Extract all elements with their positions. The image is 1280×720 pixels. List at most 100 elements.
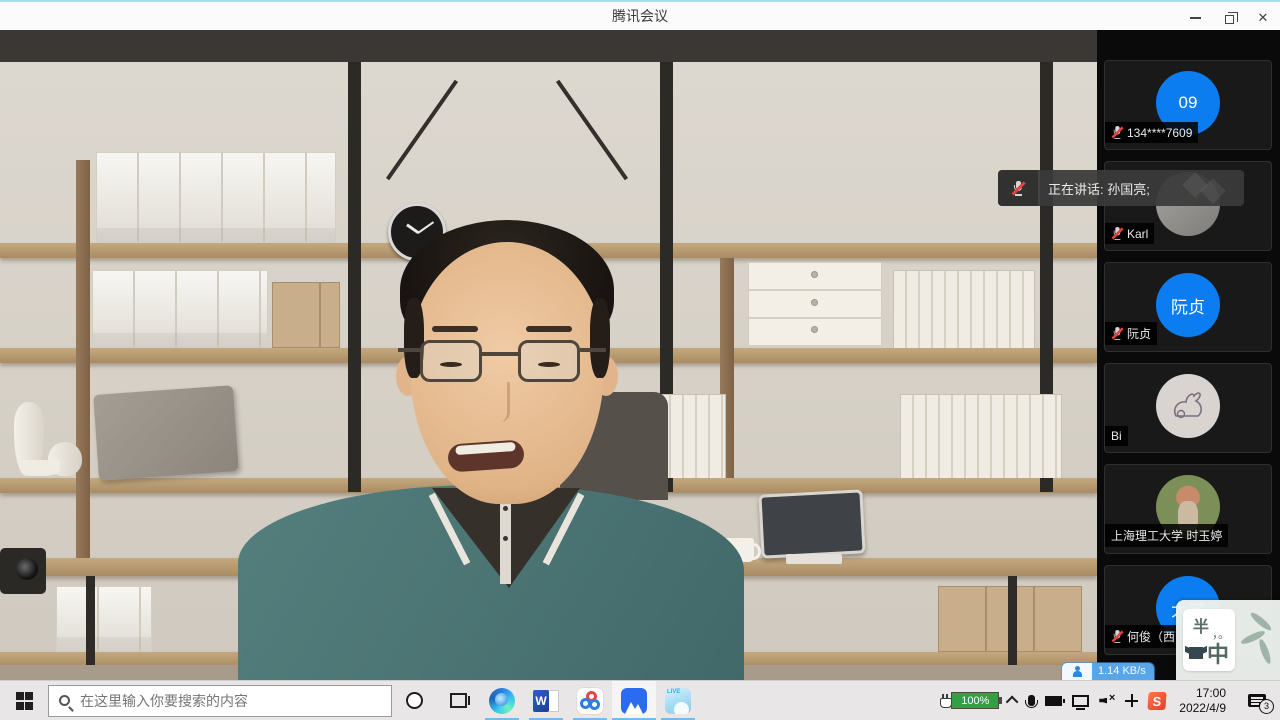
action-center-button[interactable]: 3 bbox=[1234, 681, 1280, 720]
mic-muted-icon bbox=[1112, 327, 1122, 340]
glasses-left-lens bbox=[420, 340, 482, 382]
drawer-handle bbox=[811, 299, 818, 306]
participant-tile[interactable]: 09 134****7609 bbox=[1104, 60, 1272, 150]
tri-rings-app-icon bbox=[577, 688, 603, 714]
glasses-right-lens bbox=[518, 340, 580, 382]
toast-mic-box bbox=[998, 170, 1038, 206]
video-ceiling bbox=[0, 30, 1097, 62]
word-taskbar-button[interactable]: W bbox=[524, 681, 568, 720]
tencent-meeting-taskbar-button[interactable] bbox=[612, 681, 656, 720]
chevron-up-icon bbox=[1006, 696, 1019, 709]
app-window: 腾讯会议 ✕ bbox=[0, 0, 1280, 720]
battery-tray-button[interactable] bbox=[1040, 681, 1067, 720]
participant-name: 134****7609 bbox=[1127, 126, 1192, 140]
person-shirt-placket bbox=[500, 492, 511, 584]
windows-taskbar: W LIVE 100% S bbox=[0, 680, 1280, 720]
tray-time: 17:00 bbox=[1179, 686, 1226, 701]
restore-button[interactable] bbox=[1212, 4, 1246, 32]
taskbar-search[interactable] bbox=[48, 685, 392, 717]
participant-nametag: 上海理工大学 时玉婷 bbox=[1105, 524, 1228, 547]
tool-tray-button[interactable] bbox=[1120, 681, 1143, 720]
participant-name: 上海理工大学 时玉婷 bbox=[1111, 527, 1222, 544]
window-title: 腾讯会议 bbox=[0, 2, 1280, 30]
tablet bbox=[758, 489, 865, 558]
minimize-icon bbox=[1190, 17, 1201, 19]
cortana-button[interactable] bbox=[392, 681, 436, 720]
mic-muted-icon bbox=[1112, 630, 1122, 643]
close-icon: ✕ bbox=[1258, 10, 1269, 26]
power-battery-widget[interactable]: 100% bbox=[934, 681, 1004, 720]
sogou-ime-tray-button[interactable]: S bbox=[1143, 681, 1171, 720]
drawer-handle bbox=[811, 271, 818, 278]
person-eye bbox=[440, 362, 462, 367]
live-app-taskbar-button[interactable]: LIVE bbox=[656, 681, 700, 720]
ime-status-panel[interactable]: 半 ，。 中 bbox=[1176, 600, 1280, 680]
ime-card[interactable]: 半 ，。 中 bbox=[1183, 609, 1235, 671]
notification-count-badge: 3 bbox=[1259, 699, 1274, 714]
storage-boxes bbox=[56, 586, 152, 652]
participant-name: Karl bbox=[1127, 227, 1148, 241]
ime-skin-shirt-icon bbox=[1189, 647, 1203, 659]
battery-icon bbox=[1045, 696, 1062, 706]
participant-name: 阮贞 bbox=[1127, 325, 1151, 342]
search-input[interactable] bbox=[80, 693, 350, 709]
person-hair-side bbox=[590, 298, 610, 378]
microphone-icon bbox=[1028, 695, 1035, 706]
drawer-handle bbox=[811, 326, 818, 333]
participant-tile[interactable]: Bi bbox=[1104, 363, 1272, 453]
avatar: 阮贞 bbox=[1156, 273, 1220, 337]
task-view-button[interactable] bbox=[436, 681, 480, 720]
participant-tile[interactable]: 上海理工大学 时玉婷 bbox=[1104, 464, 1272, 554]
participant-nametag: 134****7609 bbox=[1105, 122, 1198, 143]
person-nose bbox=[498, 382, 510, 422]
word-icon: W bbox=[533, 688, 559, 714]
main-video-tile[interactable]: 孙国亮 bbox=[0, 30, 1097, 680]
participant-nametag: Bi bbox=[1105, 426, 1128, 446]
tablet-stand bbox=[786, 554, 842, 564]
person-eye bbox=[538, 362, 560, 367]
participant-nametag: 何俊（西 bbox=[1105, 625, 1181, 648]
ime-halfwidth-indicator: 半 bbox=[1193, 613, 1209, 637]
sogou-icon: S bbox=[1148, 692, 1167, 710]
speaking-toast: 正在讲话: 孙国亮; bbox=[998, 170, 1244, 206]
participant-tile[interactable]: 阮贞 阮贞 bbox=[1104, 262, 1272, 352]
network-monitor-icon bbox=[1072, 695, 1089, 707]
crosshair-icon bbox=[1125, 694, 1138, 707]
person-mouth bbox=[447, 439, 525, 472]
tray-overflow-button[interactable] bbox=[1004, 681, 1023, 720]
participants-sidebar: 09 134****7609 Karl 阮贞 阮贞 bbox=[1097, 30, 1280, 680]
plug-icon bbox=[939, 694, 951, 707]
start-button[interactable] bbox=[0, 681, 48, 720]
participant-name: 何俊（西 bbox=[1127, 628, 1175, 645]
person-eyebrow bbox=[432, 326, 478, 332]
close-button[interactable]: ✕ bbox=[1246, 4, 1280, 32]
volume-tray-button[interactable] bbox=[1094, 681, 1120, 720]
tray-date: 2022/4/9 bbox=[1179, 701, 1226, 716]
person-icon bbox=[1073, 668, 1081, 676]
microphone-tray-button[interactable] bbox=[1023, 681, 1040, 720]
participant-nametag: Karl bbox=[1105, 223, 1154, 244]
live-app-icon: LIVE bbox=[665, 688, 691, 714]
network-speed-widget[interactable]: 1.14 KB/s bbox=[1062, 663, 1154, 680]
participant-nametag: 阮贞 bbox=[1105, 322, 1157, 345]
drawer-stack bbox=[748, 262, 882, 348]
ime-chinese-mode-indicator: 中 bbox=[1207, 637, 1229, 669]
desk-leg bbox=[86, 576, 95, 665]
frame-post bbox=[348, 62, 361, 492]
wood-post bbox=[76, 160, 90, 558]
search-icon bbox=[59, 695, 70, 706]
person-eyebrow bbox=[526, 326, 572, 332]
edge-taskbar-button[interactable] bbox=[480, 681, 524, 720]
speaker-muted-icon bbox=[1099, 695, 1115, 707]
battery-100-icon: 100% bbox=[951, 692, 999, 709]
minimize-button[interactable] bbox=[1178, 4, 1212, 32]
laptop bbox=[93, 385, 239, 481]
task-view-icon bbox=[450, 693, 467, 708]
desk-leg bbox=[1008, 576, 1017, 665]
storage-boxes bbox=[92, 270, 268, 348]
clock-date-button[interactable]: 17:00 2022/4/9 bbox=[1171, 686, 1234, 716]
rings-app-taskbar-button[interactable] bbox=[568, 681, 612, 720]
windows-logo-icon bbox=[16, 692, 33, 709]
network-tray-button[interactable] bbox=[1067, 681, 1094, 720]
system-tray: 100% S 17:00 2022/4/9 3 bbox=[934, 681, 1280, 720]
